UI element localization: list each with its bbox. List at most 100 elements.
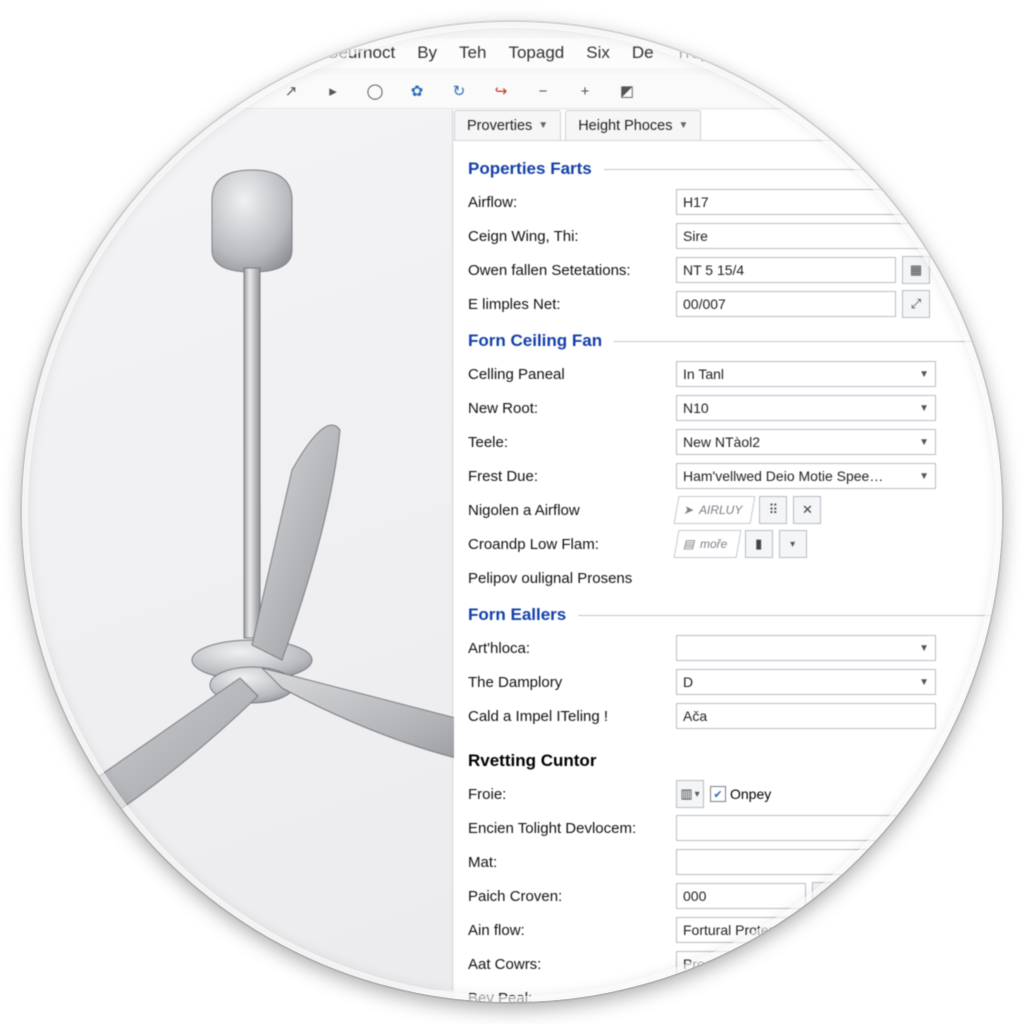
input-value: Ača	[683, 708, 707, 724]
ceiling-fan-model	[22, 140, 502, 900]
gear-icon[interactable]: ✿	[406, 80, 428, 102]
chevron-down-icon: ▼	[538, 120, 548, 131]
label: Croandp Low Flam:	[468, 536, 676, 553]
viewport-3d[interactable]	[22, 110, 453, 990]
input-value: Sire	[683, 228, 708, 244]
menu-item[interactable]: Topagd	[508, 43, 564, 63]
curve-icon[interactable]: ↪	[490, 80, 512, 102]
combo-value: H17	[683, 194, 709, 210]
num12-icon[interactable]: 12	[196, 80, 218, 102]
paich-input[interactable]: 000	[676, 883, 806, 909]
close-icon[interactable]: ✕	[793, 496, 821, 524]
back-icon[interactable]: ↩	[238, 80, 260, 102]
input-value: Esv	[683, 990, 706, 1002]
ainflow-input[interactable]: Fortural Protess	[676, 917, 936, 943]
line-icon[interactable]: ╲	[154, 80, 176, 102]
chevron-down-icon: ▼	[919, 677, 929, 688]
combo-value: N10	[683, 400, 709, 416]
section-eallers: Forn Eallers	[468, 605, 1002, 625]
froie-picker[interactable]: ▥▾	[676, 780, 704, 808]
tab-height-phoces[interactable]: Height Phoces ▼	[565, 110, 701, 140]
label: Encien Tolight Devlocem:	[468, 820, 676, 837]
input-value: Fortural Protess	[683, 922, 783, 938]
chevron-down-icon: ▼	[919, 471, 929, 482]
refresh-icon[interactable]: ↻	[448, 80, 470, 102]
menu-item[interactable]: De	[632, 43, 654, 63]
encien-input[interactable]	[676, 815, 936, 841]
app-surface: ɔp Vourls Try Seurnoct By Teh Topagd Six…	[22, 22, 1002, 1002]
label: E limples Net:	[468, 296, 676, 313]
chevron-down-icon: ▼	[919, 369, 929, 380]
more-icon[interactable]: ▾	[779, 530, 807, 558]
mat-input[interactable]	[676, 849, 936, 875]
section-poperties-farts: Poperties Farts	[468, 159, 1002, 179]
frest-combo[interactable]: Ham'vellwed Deio Motie Spee… ▼	[676, 463, 936, 489]
label: Pelipov oulignal Prosens	[468, 570, 676, 587]
section-rvetting: Rvetting Cuntor	[468, 751, 1002, 771]
root-combo[interactable]: N10▼	[676, 395, 936, 421]
grid-icon[interactable]: ▦	[902, 256, 930, 284]
menu-item[interactable]: Vourls	[212, 43, 259, 63]
tool-bar: ▣ ╲ 12 ↩ ↗ ▸ ◯ ✿ ↻ ↪ − + ◩	[22, 74, 1002, 109]
label: Cald a Impel ITeling !	[468, 708, 676, 725]
menu-item[interactable]: Try	[281, 43, 305, 63]
chip-text: moře	[700, 537, 727, 551]
pointer-icon[interactable]: ↗	[280, 80, 302, 102]
section-title-text: Forn Ceiling Fan	[468, 331, 602, 351]
flam-chip[interactable]: ▤moře	[674, 530, 742, 558]
cald-input[interactable]: Ača	[676, 703, 936, 729]
play-icon[interactable]: ▸	[322, 80, 344, 102]
chevron-down-icon: ▼	[919, 437, 929, 448]
label: The Damplory	[468, 674, 676, 691]
combo-value: In Tanl	[683, 366, 724, 382]
row-elimples: E limples Net: 00/007 ⤢	[468, 287, 1002, 321]
row-ceign: Ceign Wing, Thi: Sire	[468, 219, 1002, 253]
row-owen: Owen fallen Setetations: NT 5 15/4 ▦	[468, 253, 1002, 287]
ceign-input[interactable]: Sire	[676, 223, 936, 249]
panel-tabs: Proverties ▼ Height Phoces ▼	[454, 110, 1002, 141]
owen-input[interactable]: NT 5 15/4	[676, 257, 896, 283]
aat-input[interactable]: Procesction sl	[676, 951, 936, 977]
damplory-combo[interactable]: D▼	[676, 669, 936, 695]
airflow-combo[interactable]: H17 ▼	[676, 189, 936, 215]
menu-item[interactable]: Seurnoct	[327, 43, 395, 63]
tab-label: Proverties	[467, 118, 532, 134]
plus-icon[interactable]: +	[574, 80, 596, 102]
panel-combo[interactable]: In Tanl ▼	[676, 361, 936, 387]
combo-value: D	[683, 674, 693, 690]
bey-input[interactable]: Esv	[676, 985, 936, 1002]
airflow-chip[interactable]: ➤ AIRLUY	[674, 496, 756, 524]
stepper-icon[interactable]: ▮	[745, 530, 773, 558]
magnifier-lens: ɔp Vourls Try Seurnoct By Teh Topagd Six…	[22, 22, 1002, 1002]
marker-icon[interactable]: ◩	[616, 80, 638, 102]
label: Teele:	[468, 434, 676, 451]
folder-icon[interactable]: ▣	[112, 80, 134, 102]
menu-item[interactable]: ɔp	[172, 43, 190, 63]
label: Bey Peal:	[468, 990, 676, 1003]
elimples-input[interactable]: 00/007	[676, 291, 896, 317]
chip-text: AIRLUY	[699, 503, 742, 517]
label: Frest Due:	[468, 468, 676, 485]
arrow-icon: ➤	[683, 503, 693, 517]
input-value: 000	[683, 888, 706, 904]
label: Froie:	[468, 786, 676, 803]
menu-item[interactable]: Six	[586, 43, 610, 63]
teele-combo[interactable]: New NTàol2▼	[676, 429, 936, 455]
tab-properties[interactable]: Proverties ▼	[454, 110, 561, 140]
circle-icon[interactable]: ◯	[364, 80, 386, 102]
properties-panel: Proverties ▼ Height Phoces ▼ Poperties F…	[454, 110, 1002, 1002]
expand-icon[interactable]: ⤢	[902, 290, 930, 318]
onpey-checkbox[interactable]: ✔Onpey	[710, 786, 771, 802]
chevron-down-icon: ▼	[679, 120, 689, 131]
menu-item[interactable]: Teh	[459, 43, 486, 63]
menu-item[interactable]: By	[417, 43, 437, 63]
arthloca-combo[interactable]: ▼	[676, 635, 936, 661]
combo-value: Ham'vellwed Deio Motie Spee…	[683, 468, 883, 484]
menu-item[interactable]: Tropphir	[676, 43, 739, 63]
section-title-text: Poperties Farts	[468, 159, 592, 179]
options-icon[interactable]: ⠿	[759, 496, 787, 524]
minus-icon[interactable]: −	[532, 80, 554, 102]
grid-icon[interactable]: ▦	[812, 882, 840, 910]
label: Celling Paneal	[468, 366, 676, 383]
section-title-text: Rvetting Cuntor	[468, 751, 596, 771]
